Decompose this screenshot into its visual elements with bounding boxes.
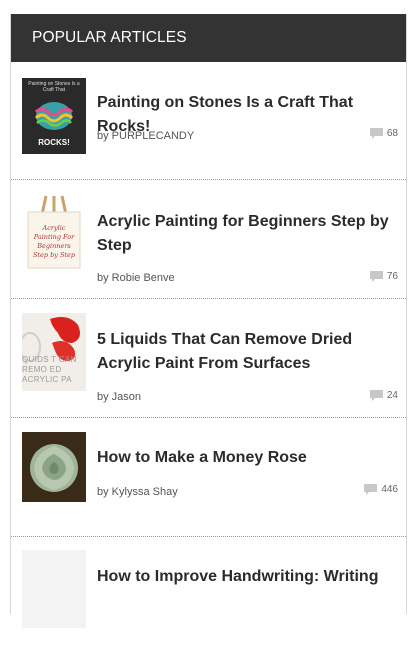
handwriting-image [22, 550, 86, 628]
article-author[interactable]: by PURPLECANDY [97, 130, 194, 142]
article-title[interactable]: How to Improve Handwriting: Writing [97, 565, 392, 589]
widget-title: POPULAR ARTICLES [11, 14, 406, 62]
article-title[interactable]: Acrylic Painting for Beginners Step by S… [97, 210, 392, 258]
article-thumbnail[interactable]: Painting on Stones Is a Craft That ROCKS… [22, 78, 86, 154]
comment-bubble-icon [369, 128, 383, 139]
comment-bubble-icon [369, 390, 383, 401]
thumbnail-caption-bottom: ROCKS! [38, 138, 70, 147]
article-item[interactable]: Acrylic Painting For Beginners Step by S… [11, 180, 406, 299]
article-title[interactable]: How to Make a Money Rose [97, 446, 392, 470]
popular-articles-widget: POPULAR ARTICLES Painting on Stones Is a… [10, 14, 407, 628]
article-item[interactable]: How to Make a Money Rose by Kylyssa Shay… [11, 418, 406, 537]
article-thumbnail[interactable]: QUIDS T CAN REMO ED ACRYLIC PA [22, 313, 86, 391]
article-item[interactable]: QUIDS T CAN REMO ED ACRYLIC PA 5 Liquids… [11, 299, 406, 418]
comment-count-value: 68 [386, 128, 398, 139]
article-author[interactable]: by Robie Benve [97, 272, 175, 284]
article-author[interactable]: by Jason [97, 391, 141, 403]
comment-count-value: 76 [386, 271, 398, 282]
article-thumbnail[interactable] [22, 550, 86, 628]
article-author[interactable]: by Kylyssa Shay [97, 486, 178, 498]
article-title[interactable]: 5 Liquids That Can Remove Dried Acrylic … [97, 328, 392, 376]
article-thumbnail[interactable]: Acrylic Painting For Beginners Step by S… [22, 194, 86, 272]
comment-bubble-icon [364, 484, 378, 495]
thumbnail-caption-top: Painting on Stones Is a Craft That [28, 81, 80, 93]
comment-count[interactable]: 76 [369, 271, 398, 282]
comment-count[interactable]: 68 [369, 128, 398, 139]
article-item[interactable]: How to Improve Handwriting: Writing [11, 537, 406, 655]
comment-count-value: 24 [386, 390, 398, 401]
comment-count-value: 446 [381, 484, 398, 495]
comment-count[interactable]: 24 [369, 390, 398, 401]
article-item[interactable]: Painting on Stones Is a Craft That ROCKS… [11, 62, 406, 180]
money-rose-image [22, 432, 86, 510]
article-thumbnail[interactable] [22, 432, 86, 510]
thumbnail-caption: Acrylic Painting For Beginners Step by S… [32, 224, 76, 259]
comment-count[interactable]: 446 [364, 484, 398, 495]
comment-bubble-icon [369, 271, 383, 282]
thumbnail-caption: QUIDS T CAN REMO ED ACRYLIC PA [22, 355, 77, 384]
